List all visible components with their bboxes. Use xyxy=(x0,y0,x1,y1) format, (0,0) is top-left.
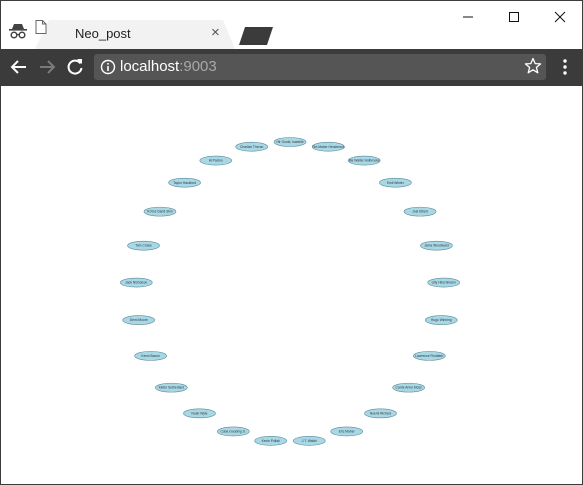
graph-node-label: Kevin Pollak xyxy=(262,439,280,443)
url-host: localhost xyxy=(120,58,180,75)
graph-node[interactable]: Cuba Gooding Jr. xyxy=(217,426,250,437)
tab-neo-post[interactable]: Neo_post × xyxy=(35,20,235,49)
graph-node[interactable]: Eric Maher xyxy=(330,426,363,437)
tab-title: Neo_post xyxy=(75,26,131,41)
graph-node[interactable]: Kiefer Sutherland xyxy=(155,382,188,393)
graph-node[interactable]: Emil Winter xyxy=(379,177,412,188)
title-bar: Neo_post × xyxy=(1,1,582,49)
graph-node[interactable]: Jack Nicholson xyxy=(120,277,153,288)
graph-node-label: Noemi Richers xyxy=(370,411,392,415)
graph-node-label: Noah Wyle xyxy=(191,411,207,415)
graph-node-label: Kevin Bacon xyxy=(141,354,160,358)
graph-node[interactable]: Noah Wyle xyxy=(183,408,216,419)
graph-node-label: Cuba Gooding Jr. xyxy=(220,430,246,434)
url-text: localhost:9003 xyxy=(120,58,217,76)
graph-node[interactable]: Demi Moore xyxy=(122,315,156,325)
new-tab-button[interactable] xyxy=(239,27,273,45)
reload-icon[interactable] xyxy=(65,57,85,77)
forward-arrow-icon[interactable] xyxy=(37,57,57,77)
star-icon[interactable] xyxy=(524,57,542,75)
graph-node-label: Hugo Winning xyxy=(431,318,452,322)
graph-node[interactable]: Ma Walter Holbrooke xyxy=(347,155,381,166)
graph-node[interactable]: Lilly Hirschmann xyxy=(427,277,460,288)
graph-node-label: Eric Maher xyxy=(339,430,356,434)
page-viewport: Hir Gould, Isabelle Tim Maher Henderson Ma… xyxy=(1,86,582,484)
graph-node[interactable]: Noemi Richers xyxy=(364,408,397,419)
page-icon xyxy=(35,20,47,34)
graph-node[interactable]: Kevin Bacon xyxy=(134,351,167,361)
graph-node-label: Jama Woodward xyxy=(424,244,449,248)
address-bar[interactable]: localhost:9003 xyxy=(94,54,546,80)
graph-node[interactable]: Hugo Winning xyxy=(424,315,458,325)
graph-node-label: Hir Gould, Isabelle xyxy=(276,140,303,144)
graph-node-label: Tim Maher Henderson xyxy=(312,145,345,149)
browser-window: Neo_post × localhost:9003 Hir Gould, Isa… xyxy=(0,0,583,485)
graph-node-label: R.Roz Darid Shin xyxy=(147,210,173,214)
minimize-icon[interactable] xyxy=(460,9,476,25)
graph-node[interactable]: Kevin Pollak xyxy=(254,436,287,446)
graph-node-label: Charlize Theron xyxy=(240,145,264,149)
incognito-icon xyxy=(9,24,27,39)
graph-node[interactable]: Tim Maher Henderson xyxy=(312,141,345,152)
graph-node[interactable]: Carrie Anne Moss xyxy=(392,382,425,393)
graph-node-label: Ma Walter Holbrooke xyxy=(349,159,380,163)
graph-node[interactable]: Lawrence Findlater xyxy=(413,351,446,361)
graph-node-label: Jack Nicholson xyxy=(125,281,147,285)
menu-dots-icon[interactable] xyxy=(559,57,571,77)
graph-node-label: Lilly Hirschmann xyxy=(432,281,456,285)
graph-node-label: Emil Winter xyxy=(387,181,405,185)
graph-node-label: Taylor Hackford xyxy=(173,181,196,185)
browser-toolbar: localhost:9003 xyxy=(1,49,582,86)
graph-node[interactable]: Joel Elbert xyxy=(403,206,437,217)
close-window-icon[interactable] xyxy=(552,9,568,25)
graph-node-label: Demi Moore xyxy=(130,318,148,322)
graph-node-label: Kiefer Sutherland xyxy=(159,386,185,390)
graph-node-label: Al Pacino xyxy=(209,159,223,163)
info-icon[interactable] xyxy=(100,59,116,75)
graph-node[interactable]: Jama Woodward xyxy=(420,240,453,251)
url-port: :9003 xyxy=(179,58,217,75)
graph-node[interactable]: R.Roz Darid Shin xyxy=(143,206,177,217)
graph-node[interactable]: J.T. Walsh xyxy=(293,436,326,446)
close-icon[interactable]: × xyxy=(211,25,220,41)
graph-node-label: Carrie Anne Moss xyxy=(396,386,423,390)
back-arrow-icon[interactable] xyxy=(9,57,29,77)
graph-canvas: Hir Gould, Isabelle Tim Maher Henderson Ma… xyxy=(120,137,460,446)
graph-node[interactable]: Hir Gould, Isabelle xyxy=(273,137,307,147)
graph-node[interactable]: Charlize Theron xyxy=(235,141,269,152)
graph-node-label: J.T. Walsh xyxy=(302,439,317,443)
graph-node[interactable]: Tom Cruise xyxy=(127,240,160,251)
graph-node-label: Joel Elbert xyxy=(412,210,428,214)
graph-node-label: Lawrence Findlater xyxy=(415,354,444,358)
graph-node[interactable]: Taylor Hackford xyxy=(168,177,201,188)
maximize-icon[interactable] xyxy=(506,9,522,25)
graph-node-label: Tom Cruise xyxy=(135,244,152,248)
graph-node[interactable]: Al Pacino xyxy=(199,155,233,166)
